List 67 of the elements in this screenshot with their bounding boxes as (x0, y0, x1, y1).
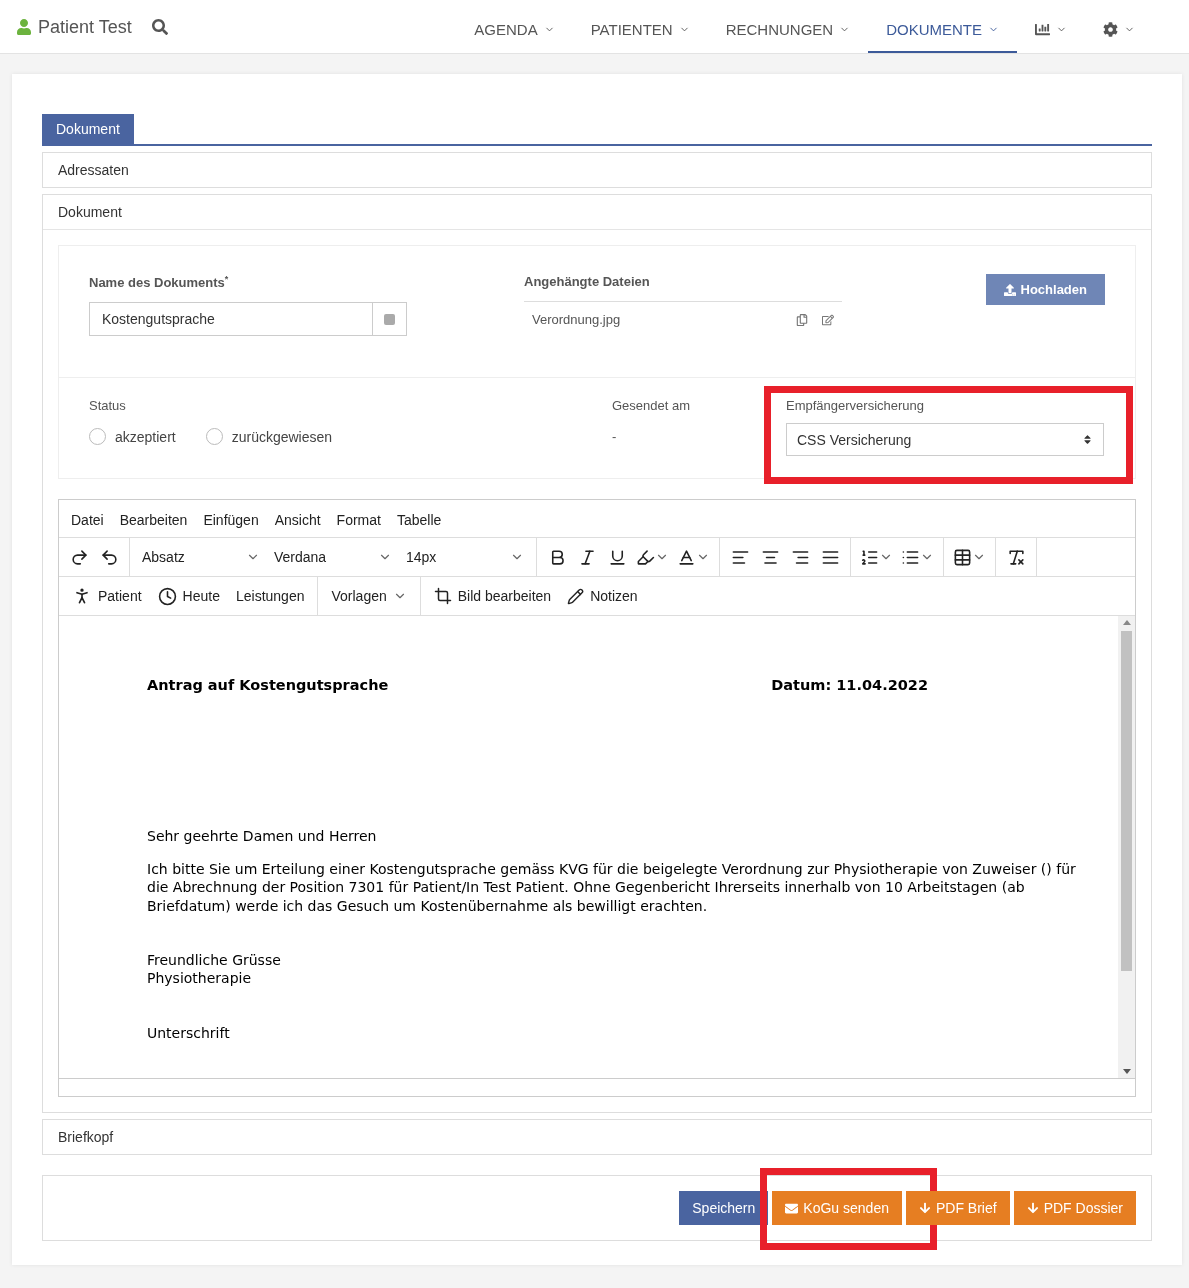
bar-chart-icon (1035, 22, 1050, 37)
scrollbar[interactable] (1118, 616, 1135, 1078)
font-size-dropdown[interactable]: 14px (400, 549, 530, 565)
nav-tab[interactable]: AGENDA (456, 0, 573, 53)
pencil-icon (567, 587, 585, 605)
clock-icon (157, 586, 177, 606)
letter-text: Sehr geehrte Damen und Herren (147, 828, 377, 845)
toolbar-button[interactable]: Notizen (560, 587, 645, 605)
radio-label: akzeptiert (115, 428, 176, 445)
upload-icon (1003, 283, 1016, 296)
status-label: Status (89, 398, 127, 413)
undo-icon[interactable] (99, 547, 119, 567)
letter-text: Unterschrift (147, 1024, 230, 1041)
menu-item[interactable]: Datei (71, 512, 104, 528)
menu-item[interactable]: Ansicht (274, 512, 321, 528)
settings-icon (1103, 22, 1118, 37)
underline-icon[interactable] (607, 547, 627, 567)
block-format-dropdown[interactable]: Absatz (136, 549, 266, 565)
copy-icon[interactable] (796, 313, 808, 326)
highlight-icon[interactable] (636, 547, 655, 567)
edit-icon[interactable] (822, 313, 834, 326)
upload-button[interactable]: Hochladen (985, 274, 1105, 305)
menu-item[interactable]: Tabelle (396, 512, 442, 528)
sort-icon (1082, 434, 1093, 445)
insurer-select[interactable]: CSS Versicherung (786, 423, 1104, 456)
document-name-field[interactable]: Kostengutsprache (89, 302, 407, 337)
file-name: Verordnung.jpg (532, 312, 621, 327)
mail-icon (785, 1201, 799, 1215)
app-title: Patient Test (38, 16, 132, 38)
sent-date-value: - (612, 429, 617, 444)
scroll-down-icon[interactable] (1122, 1069, 1131, 1074)
arrow-down-icon (1026, 1202, 1039, 1214)
toolbar-button[interactable]: Leistungen (228, 588, 312, 604)
menu-item[interactable]: Einfügen (203, 512, 259, 528)
arrow-down-icon (918, 1202, 931, 1214)
toolbar-button[interactable]: Patient (65, 586, 149, 606)
search-icon[interactable] (151, 19, 168, 35)
scroll-up-icon[interactable] (1122, 620, 1131, 625)
templates-dropdown[interactable]: Vorlagen (324, 588, 414, 604)
scrollbar-thumb[interactable] (1121, 631, 1132, 971)
letter-text: Physiotherapie (147, 970, 252, 987)
nav-tab[interactable]: DOKUMENTE (868, 0, 1017, 53)
radio-label: zurückgewiesen (231, 428, 333, 445)
font-dropdown[interactable]: Verdana (268, 549, 398, 565)
letter-text: Freundliche Grüsse (147, 952, 281, 968)
insurer-label: Empfängerversicherung (786, 398, 926, 413)
attachments-label: Angehängte Dateien (524, 274, 651, 289)
text-color-icon[interactable] (677, 547, 696, 567)
crop-icon (433, 587, 452, 605)
table-icon[interactable] (953, 547, 972, 567)
sent-date-label: Gesendet am (612, 398, 692, 413)
user-icon (16, 19, 32, 35)
action-button[interactable]: Speichern (679, 1191, 769, 1225)
toolbar-button[interactable]: Bild bearbeiten (426, 587, 559, 605)
menu-item[interactable]: Format (336, 512, 381, 528)
redo-icon[interactable] (69, 547, 89, 567)
menu-item[interactable]: Bearbeiten (119, 512, 188, 528)
nav-tab[interactable]: PATIENTEN (572, 0, 708, 53)
field-label: Name des Dokuments$^{*}$ (89, 274, 230, 291)
clear-format-icon[interactable] (1006, 547, 1026, 567)
toolbar-button[interactable]: Heute (150, 586, 227, 606)
numbered-list-icon[interactable] (860, 547, 879, 567)
letter-text: Ich bitte Sie um Erteilung einer Kostengutsprache gemäss KVG für die beigelegte Verordnung zur Physiotherapie von Zuweiser () für die Abrechnung der Position 7301 für Patient/In Test Patient. Ohne Gegenbericht Ihrerseits innerhalb von 10 Arbeitstagen (ab Briefdatum) werde ich das Gesuch um Kostenübernahme als bewilligt erachten. (147, 860, 1076, 914)
document-title: Antrag auf Kostengutsprache (147, 676, 389, 695)
nav-tab[interactable]: RECHNUNGEN (707, 0, 869, 53)
tab[interactable]: Dokument (42, 114, 134, 144)
document-date: Datum: 11.04.2022 (771, 676, 928, 695)
